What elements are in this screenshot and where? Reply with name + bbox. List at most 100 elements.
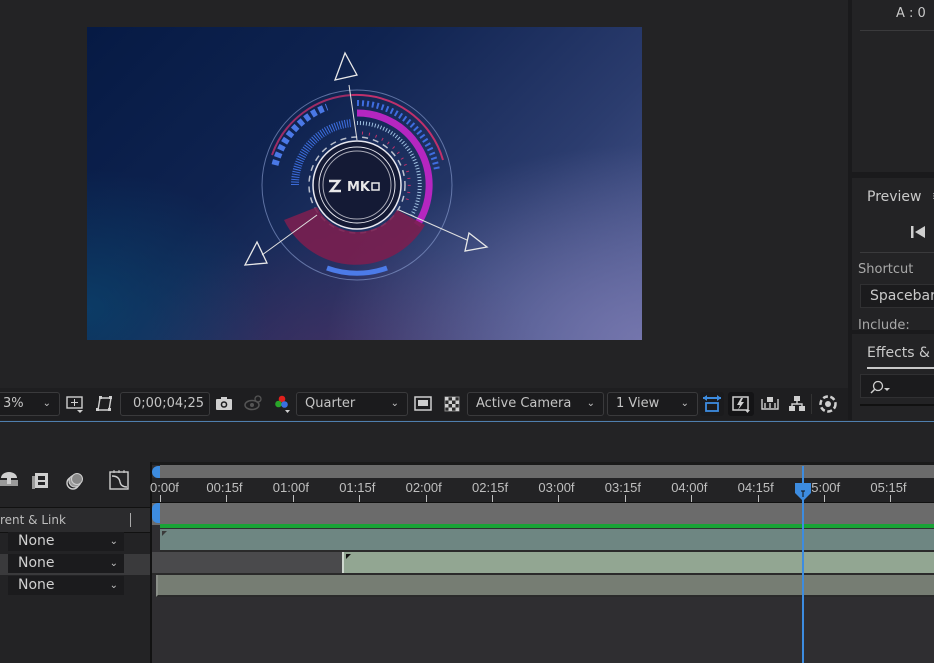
timecode-value: 0;00;04;25 [133, 396, 205, 411]
chevron-down-icon: ⌄ [42, 398, 51, 409]
ruler-tick-label: 05:15f [870, 480, 907, 495]
color-channels-icon[interactable] [272, 394, 292, 414]
parent-value: None [18, 577, 55, 593]
column-resize-handle[interactable] [130, 513, 131, 527]
right-panel-column: A : 0 Preview ≡ Shortcut Spacebar Includ… [848, 0, 934, 420]
active-tab-underline [867, 367, 934, 369]
show-snapshot-icon[interactable] [243, 394, 263, 414]
shortcut-value: Spacebar [870, 288, 934, 304]
layer-bar-1[interactable] [160, 529, 934, 552]
parent-dropdown-layer-1[interactable]: None ⌄ [8, 532, 124, 551]
skip-to-start-icon[interactable] [909, 224, 927, 238]
layer-bar-3[interactable] [156, 575, 934, 597]
ruler-tick-label: 0:00f [150, 480, 179, 495]
magnification-value: 3% [3, 396, 24, 411]
graph-editor-icon[interactable] [108, 469, 130, 495]
shortcut-dropdown[interactable]: Spacebar [860, 284, 934, 308]
ruler-tick [890, 495, 892, 502]
tab-effects-presets[interactable]: Effects & P [867, 345, 934, 361]
magnification-dropdown[interactable]: 3% ⌄ [0, 392, 60, 416]
timecode-display[interactable]: 0;00;04;25 [120, 392, 210, 416]
toolbar-separator [811, 394, 812, 414]
view-layout-dropdown[interactable]: 1 View ⌄ [607, 392, 698, 416]
live-update-icon[interactable] [64, 471, 86, 495]
timeline-panel-icon[interactable] [760, 394, 780, 414]
preview-divider [860, 252, 934, 253]
ruler-tick [691, 495, 693, 502]
effects-presets-panel: Effects & P [852, 334, 934, 420]
layer-columns: rent & Link None ⌄ None ⌄ None ⌄ [0, 462, 150, 663]
ruler-tick-label: 04:15f [737, 480, 774, 495]
logo-text: MK [347, 180, 371, 195]
include-label: Include: [858, 318, 910, 330]
time-navigator-bar[interactable] [160, 465, 934, 478]
search-icon [869, 379, 891, 398]
fast-previews-toggle-icon[interactable] [728, 392, 754, 416]
exposure-reset-icon[interactable] [818, 394, 838, 414]
ruler-tick-label: 04:00f [671, 480, 708, 495]
panel-bottom-line [860, 404, 934, 406]
toggle-pixel-aspect-icon[interactable] [700, 392, 724, 416]
chevron-down-icon: ⌄ [109, 580, 118, 591]
resolution-dropdown[interactable]: Quarter ⌄ [296, 392, 408, 416]
effects-search-input[interactable] [860, 374, 934, 398]
ruler-tick-label: 02:15f [472, 480, 509, 495]
transparency-grid-icon[interactable] [94, 394, 114, 414]
camera-view-dropdown[interactable]: Active Camera ⌄ [467, 392, 604, 416]
ruler-tick-label: 02:00f [405, 480, 442, 495]
ruler-tick [425, 495, 427, 502]
layer-in-point-marker [162, 531, 167, 536]
ruler-tick [226, 495, 228, 502]
parent-value: None [18, 555, 55, 571]
ruler-tick-label: 03:15f [604, 480, 641, 495]
work-area-start-handle[interactable] [152, 503, 160, 523]
ruler-tick [757, 495, 759, 502]
ruler-tick [558, 495, 560, 502]
parent-dropdown-layer-2[interactable]: None ⌄ [8, 554, 124, 573]
work-area-row[interactable] [152, 502, 934, 525]
region-of-interest-icon[interactable] [65, 394, 85, 414]
shortcut-label: Shortcut [858, 262, 914, 277]
info-panel: A : 0 [852, 0, 934, 172]
camera-view-value: Active Camera [476, 396, 572, 411]
chevron-down-icon: ⌄ [586, 398, 595, 409]
chevron-down-icon: ⌄ [680, 398, 689, 409]
ruler-tick-label: 03:00f [538, 480, 575, 495]
parent-link-column-header[interactable]: rent & Link [0, 513, 66, 527]
ruler-tick-label: 00:15f [206, 480, 243, 495]
hud-circle-graphic: MK [243, 51, 489, 281]
ruler-tick [624, 495, 626, 502]
toggle-transparency-grid-icon[interactable] [442, 394, 462, 414]
ruler-tick-label: 01:15f [339, 480, 376, 495]
flowchart-icon[interactable] [787, 394, 807, 414]
motion-blur-switch-icon[interactable] [0, 470, 18, 494]
parent-value: None [18, 533, 55, 549]
frame-blending-icon[interactable] [31, 471, 51, 495]
tab-preview[interactable]: Preview [867, 189, 922, 205]
ruler-tick-label: 01:00f [272, 480, 309, 495]
chevron-down-icon: ⌄ [109, 558, 118, 569]
time-ruler[interactable]: 0:00f 00:15f 01:00f 01:15f 02:00f 02:15f 03:00… [150, 478, 934, 502]
camera-snapshot-icon[interactable] [214, 394, 234, 414]
ruler-tick [292, 495, 294, 502]
column-header-row: rent & Link [0, 507, 150, 533]
time-navigator-start-handle[interactable] [152, 466, 160, 478]
info-divider [860, 30, 934, 31]
preview-panel: Preview ≡ Shortcut Spacebar Include: [852, 178, 934, 330]
ruler-tick [359, 495, 361, 502]
fast-previews-icon[interactable] [413, 394, 433, 414]
chevron-down-icon: ⌄ [390, 398, 399, 409]
layer-in-point-marker [346, 554, 351, 559]
layer-bar-2[interactable] [342, 552, 934, 573]
composition-frame[interactable]: MK [87, 27, 642, 340]
resolution-value: Quarter [305, 396, 356, 411]
work-area-bar[interactable] [160, 524, 934, 528]
current-time-indicator-head[interactable] [795, 483, 811, 501]
ruler-tick [160, 495, 161, 502]
parent-dropdown-layer-3[interactable]: None ⌄ [8, 576, 124, 595]
chevron-down-icon: ⌄ [109, 536, 118, 547]
ruler-tick [492, 495, 493, 502]
ruler-tick [824, 495, 825, 502]
view-layout-value: 1 View [616, 396, 660, 411]
info-alpha-value: A : 0 [896, 6, 926, 21]
